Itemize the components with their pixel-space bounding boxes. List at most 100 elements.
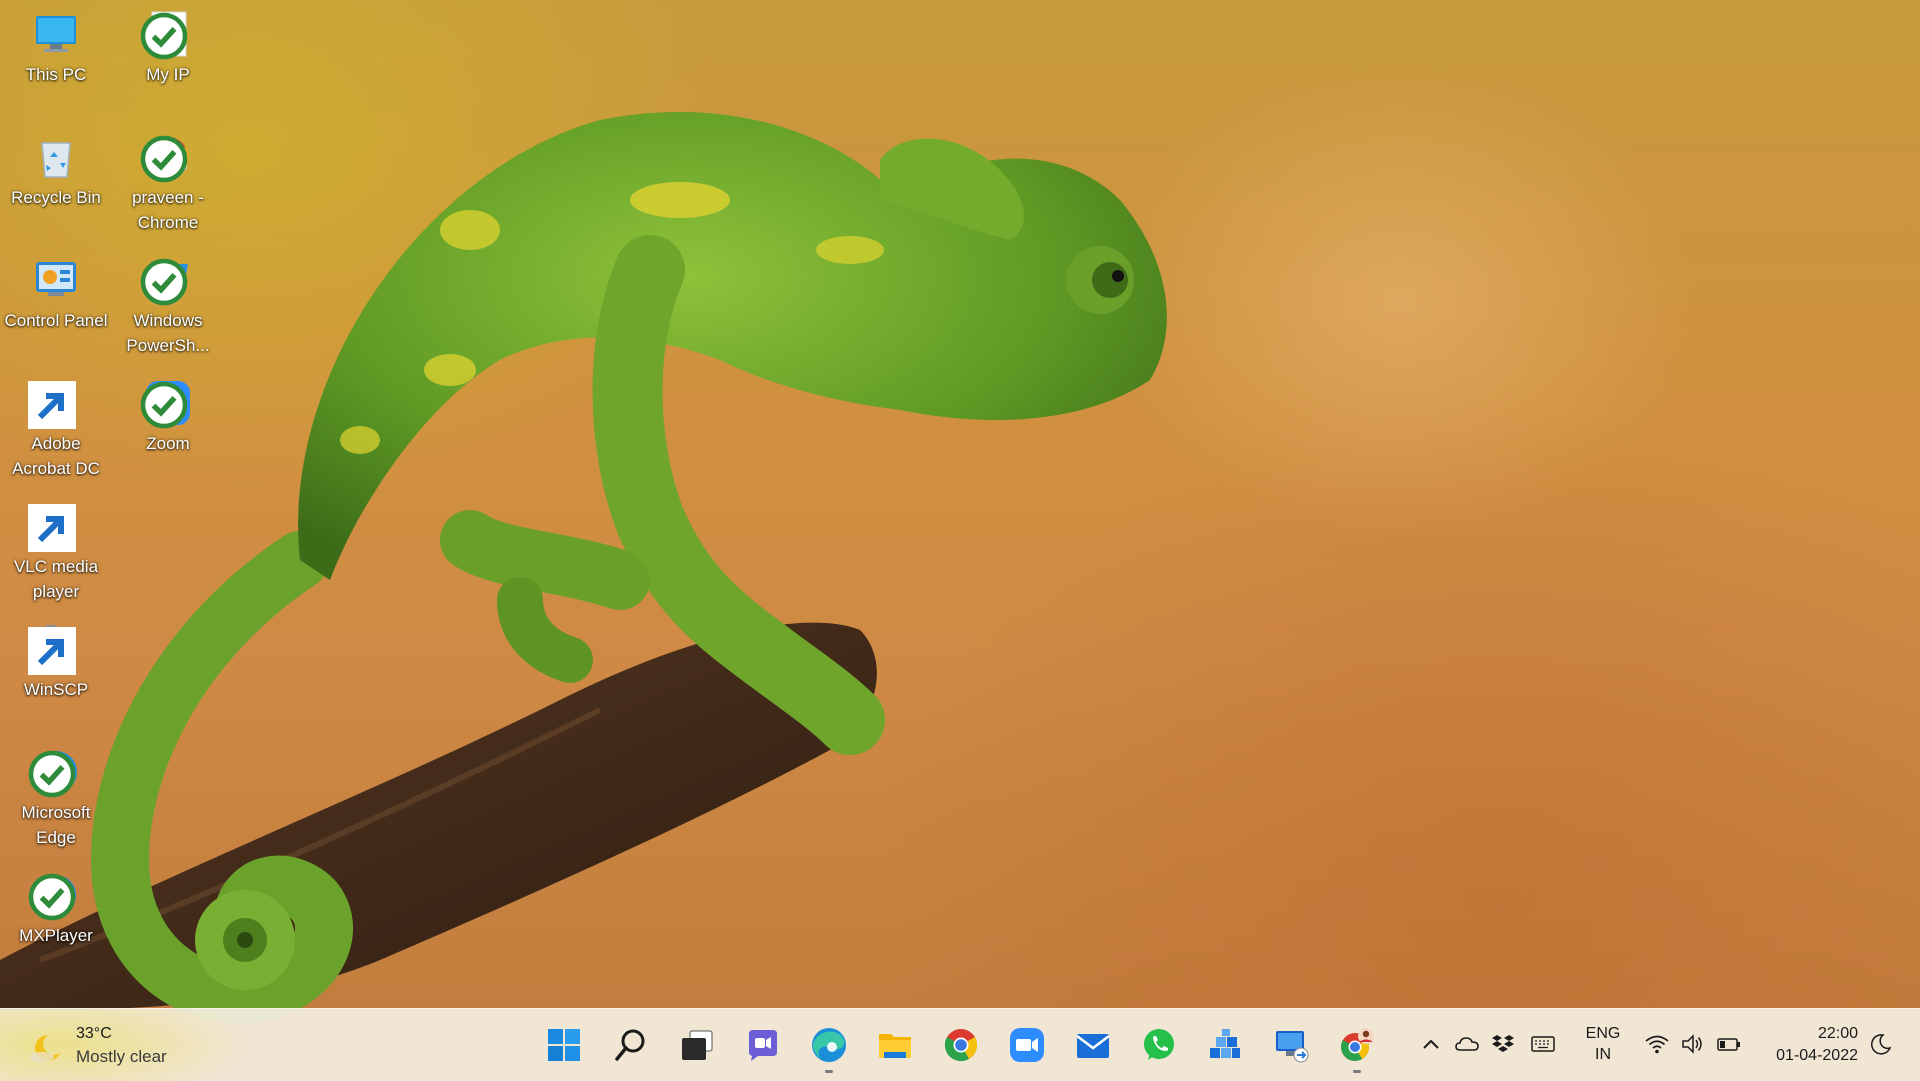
- weather-condition: Mostly clear: [76, 1047, 167, 1066]
- desktop-wallpaper: [0, 0, 1920, 1080]
- desktop-icon-praveen-chrome[interactable]: praveen - Chrome: [114, 127, 222, 235]
- shortcut-arrow-icon: [28, 504, 76, 552]
- mail-icon: [1076, 1034, 1110, 1058]
- desktop-icon-edge[interactable]: Microsoft Edge: [2, 742, 110, 850]
- language-code: ENG: [1585, 1025, 1621, 1042]
- taskbar: 33°C Mostly clear ENG IN 22:00 01-04-202…: [0, 1008, 1920, 1081]
- onedrive-tray[interactable]: [1454, 1031, 1480, 1057]
- desktop-icon-label: Windows PowerSh...: [126, 311, 210, 355]
- desktop-icon-label: Recycle Bin: [11, 188, 101, 207]
- region-code: IN: [1595, 1046, 1611, 1063]
- dropbox-tray[interactable]: [1490, 1031, 1516, 1057]
- document-icon: [140, 10, 192, 60]
- clock-time: 22:00: [1817, 1025, 1858, 1042]
- acrobat-icon: [28, 379, 80, 429]
- search-button[interactable]: [608, 1023, 654, 1067]
- clock-date: 01-04-2022: [1776, 1047, 1858, 1064]
- zoom-icon: [140, 379, 192, 429]
- whatsapp-icon: [1144, 1029, 1174, 1060]
- volume-icon: [1682, 1034, 1702, 1054]
- taskbar-file-explorer[interactable]: [872, 1023, 918, 1067]
- running-indicator: [1353, 1070, 1361, 1073]
- volume-tray[interactable]: [1680, 1031, 1706, 1057]
- desktop-icon-label: Control Panel: [4, 311, 108, 330]
- weather-temperature: 33°C: [76, 1025, 112, 1042]
- wifi-tray[interactable]: [1644, 1031, 1670, 1057]
- taskbar-mail[interactable]: [1070, 1023, 1116, 1067]
- desktop-icon-label: VLC media player: [13, 557, 99, 601]
- desktop-icon-vlc[interactable]: VLC media player: [2, 496, 110, 604]
- monitor-icon: [32, 10, 80, 58]
- desktop-icon-label: WinSCP: [23, 680, 89, 699]
- edge-icon: [28, 748, 80, 798]
- taskbar-chrome[interactable]: [938, 1023, 984, 1067]
- winscp-icon: [28, 625, 80, 675]
- weather-widget[interactable]: 33°C Mostly clear: [28, 1023, 198, 1071]
- shortcut-arrow-icon: [28, 381, 76, 429]
- desktop-icon-my-ip[interactable]: My IP: [114, 4, 222, 87]
- zoom-icon: [1010, 1028, 1044, 1062]
- desktop-icon-mxplayer[interactable]: MXPlayer: [2, 865, 110, 948]
- battery-tray[interactable]: [1716, 1031, 1742, 1057]
- chevron-up-icon: [1423, 1039, 1439, 1049]
- taskbar-zoom[interactable]: [1004, 1023, 1050, 1067]
- desktop-icon-winscp[interactable]: WinSCP: [2, 619, 110, 702]
- desktop-icon-recycle-bin[interactable]: Recycle Bin: [2, 127, 110, 210]
- edge-icon: [812, 1028, 846, 1062]
- folder-icon: [879, 1034, 911, 1058]
- chrome-profile-icon: [140, 133, 192, 183]
- sync-check-icon: [140, 135, 188, 183]
- chameleon-illustration: [0, 111, 1167, 1024]
- moon-icon: [1871, 1034, 1892, 1055]
- taskbar-blocks-app[interactable]: [1202, 1023, 1248, 1067]
- desktop-icon-this-pc[interactable]: This PC: [2, 4, 110, 87]
- control-panel-icon: [32, 256, 80, 304]
- running-indicator: [825, 1070, 833, 1073]
- focus-assist-button[interactable]: [1868, 1031, 1894, 1057]
- sync-check-icon: [140, 258, 188, 306]
- desktop-icon-label: Microsoft Edge: [21, 803, 91, 847]
- sync-check-icon: [140, 12, 188, 60]
- desktop-icon-label: Zoom: [146, 434, 190, 453]
- desktop-icon-label: praveen - Chrome: [132, 188, 204, 232]
- touch-keyboard-tray[interactable]: [1530, 1031, 1556, 1057]
- desktop-icon-label: MXPlayer: [19, 926, 93, 945]
- task-view-icon: [682, 1030, 713, 1060]
- keyboard-icon: [1531, 1036, 1555, 1052]
- wifi-icon: [1645, 1035, 1669, 1054]
- input-language-indicator[interactable]: ENG IN: [1582, 1023, 1624, 1065]
- taskbar-edge[interactable]: [806, 1023, 852, 1073]
- desktop-icon-zoom[interactable]: Zoom: [114, 373, 222, 456]
- desktop-icon-control-panel[interactable]: Control Panel: [2, 250, 110, 333]
- recycle-bin-icon: [32, 133, 80, 181]
- desktop-icon-label: This PC: [25, 65, 87, 84]
- vlc-icon: [28, 502, 80, 552]
- system-clock[interactable]: 22:00 01-04-2022: [1758, 1023, 1858, 1067]
- desktop-icon-label: My IP: [146, 65, 190, 84]
- moon-icon: [28, 1031, 64, 1063]
- windows-logo-icon: [548, 1029, 580, 1061]
- taskbar-chrome-profile[interactable]: [1334, 1023, 1380, 1073]
- taskbar-remote-desktop[interactable]: [1268, 1023, 1314, 1067]
- taskbar-whatsapp[interactable]: [1136, 1023, 1182, 1067]
- desktop-icon-adobe-acrobat[interactable]: Adobe Acrobat DC: [2, 373, 110, 481]
- show-hidden-icons-button[interactable]: [1418, 1031, 1444, 1057]
- blocks-icon: [1210, 1029, 1240, 1058]
- start-button[interactable]: [541, 1023, 587, 1067]
- onedrive-cloud-icon: [1455, 1037, 1479, 1051]
- sync-check-icon: [28, 873, 76, 921]
- battery-icon: [1717, 1038, 1740, 1051]
- sync-check-icon: [28, 750, 76, 798]
- desktop-icon-windows-powershell[interactable]: Windows PowerSh...: [114, 250, 222, 358]
- teams-chat-icon: [749, 1030, 777, 1061]
- mxplayer-icon: [28, 871, 80, 921]
- chrome-icon: [944, 1029, 978, 1062]
- teams-chat-button[interactable]: [740, 1023, 786, 1067]
- remote-desktop-icon: [1276, 1031, 1309, 1063]
- desktop-icon-label: Adobe Acrobat DC: [12, 434, 100, 478]
- powershell-icon: [140, 256, 192, 306]
- search-icon: [615, 1029, 645, 1061]
- dropbox-icon: [1492, 1035, 1514, 1052]
- sync-check-icon: [140, 381, 188, 429]
- task-view-button[interactable]: [674, 1023, 720, 1067]
